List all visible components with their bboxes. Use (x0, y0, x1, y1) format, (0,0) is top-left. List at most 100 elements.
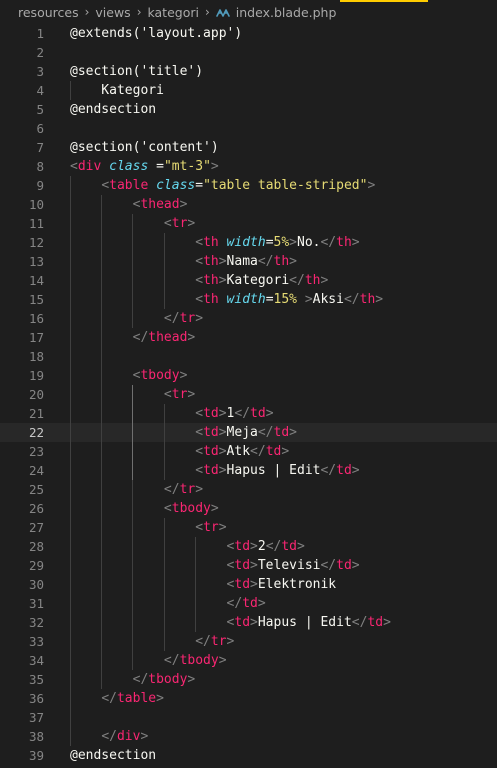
code-token-tag-bracket: </ (101, 729, 117, 744)
code-line[interactable]: 32 <td>Hapus | Edit</td> (0, 613, 497, 632)
code-token-tag-bracket: < (195, 254, 204, 269)
code-token-tag-bracket: > (210, 159, 219, 174)
code-line[interactable]: 36 </table> (0, 689, 497, 708)
code-line[interactable]: 1 @extends('layout.app') (0, 24, 497, 43)
code-text: <td>2</td> (70, 537, 305, 556)
code-line[interactable]: 17 </thead> (0, 328, 497, 347)
code-token-text: Hapus | Edit (257, 615, 352, 630)
breadcrumb-file-name[interactable]: index.blade.php (236, 5, 337, 20)
code-line[interactable]: 5 @endsection (0, 100, 497, 119)
code-token-tag-name: th (359, 292, 376, 307)
code-token-tag-bracket: > (156, 691, 164, 706)
code-text: <th>Nama</th> (70, 252, 297, 271)
code-text: </tbody> (70, 670, 196, 689)
code-line[interactable]: 30 <td>Elektronik (0, 575, 497, 594)
breadcrumb-segment-resources[interactable]: resources (18, 5, 79, 20)
code-line[interactable]: 11 <tr> (0, 214, 497, 233)
code-line[interactable]: 23 <td>Atk</td> (0, 442, 497, 461)
code-line[interactable]: 29 <td>Televisi</td> (0, 556, 497, 575)
breadcrumb: resources › views › kategori › index.bla… (0, 0, 497, 24)
code-line[interactable]: 20 <tr> (0, 385, 497, 404)
breadcrumb-segment-views[interactable]: views (95, 5, 130, 20)
code-line[interactable]: 14 <th>Kategori</th> (0, 271, 497, 290)
code-token-text: Televisi (257, 558, 321, 573)
code-token-tag-bracket: < (195, 292, 204, 307)
code-line[interactable]: 7 @section('content') (0, 138, 497, 157)
breadcrumb-segment-kategori[interactable]: kategori (148, 5, 199, 20)
code-text: <td>Elektronik (70, 575, 337, 594)
code-line[interactable]: 9 <table class="table table-striped"> (0, 176, 497, 195)
code-line[interactable]: 2 (0, 43, 497, 62)
code-text: <td>Televisi</td> (70, 556, 360, 575)
code-line[interactable]: 38 </div> (0, 727, 497, 746)
code-line[interactable]: 19 <tbody> (0, 366, 497, 385)
line-number: 38 (28, 729, 44, 744)
code-token-tag-name: th (203, 292, 219, 307)
code-token-tag-bracket: > (351, 235, 360, 250)
code-token-tag-bracket: </ (351, 615, 368, 630)
line-number: 3 (36, 64, 44, 79)
code-line[interactable]: 33 </tr> (0, 632, 497, 651)
code-line[interactable]: 12 <th width=5%>No.</th> (0, 233, 497, 252)
code-token-tag-name: th (203, 254, 219, 269)
code-line[interactable]: 25 </tr> (0, 480, 497, 499)
code-line[interactable]: 31 </td> (0, 594, 497, 613)
code-token-tag-name: tbody (179, 653, 219, 668)
code-token-text: @section('title') (70, 64, 204, 79)
code-token-attr-value: 15% (273, 292, 297, 307)
code-token-tag-bracket: > (297, 292, 313, 307)
line-number: 4 (36, 83, 44, 98)
code-line[interactable]: 37 (0, 708, 497, 727)
line-number: 39 (28, 748, 44, 763)
line-number: 21 (28, 406, 44, 421)
code-line[interactable]: 21 <td>1</td> (0, 404, 497, 423)
code-token-attr-value: 5% (273, 235, 290, 250)
code-token-tag-name: tr (171, 216, 188, 231)
code-line[interactable]: 6 (0, 119, 497, 138)
code-token-tag-name: thead (140, 197, 180, 212)
code-line[interactable]: 4 Kategori (0, 81, 497, 100)
code-line[interactable]: 39 @endsection (0, 746, 497, 765)
code-token-text: Elektronik (257, 577, 337, 592)
code-line[interactable]: 28 <td>2</td> (0, 537, 497, 556)
line-number: 19 (28, 368, 44, 383)
code-token-tag-bracket: > (257, 596, 266, 611)
code-token-tag-name: td (265, 444, 282, 459)
code-line[interactable]: 26 <tbody> (0, 499, 497, 518)
code-token-tag-bracket: > (218, 425, 227, 440)
code-token-tag-bracket: > (351, 463, 360, 478)
code-editor[interactable]: 1 @extends('layout.app') 2 3 @section('title… (0, 24, 497, 768)
code-line[interactable]: 16 </tr> (0, 309, 497, 328)
code-line[interactable]: 18 (0, 347, 497, 366)
code-line[interactable]: 24 <td>Hapus | Edit</td> (0, 461, 497, 480)
code-token-tag-name: td (234, 577, 251, 592)
code-text: <td>Atk</td> (70, 442, 289, 461)
code-line[interactable]: 15 <th width=15% >Aksi</th> (0, 290, 497, 309)
code-line[interactable]: 3 @section('title') (0, 62, 497, 81)
code-token-tag-name: td (203, 444, 219, 459)
code-token-attr-value: "mt-3" (163, 159, 211, 174)
code-text: <td>Hapus | Edit</td> (70, 461, 360, 480)
code-line[interactable]: 35 </tbody> (0, 670, 497, 689)
code-token-tag-name: td (234, 539, 251, 554)
code-token-tag-bracket: < (195, 406, 204, 421)
code-line[interactable]: 10 <thead> (0, 195, 497, 214)
code-line[interactable]: 13 <th>Nama</th> (0, 252, 497, 271)
code-token-tag-bracket: < (195, 425, 204, 440)
code-line[interactable]: 34 </tbody> (0, 651, 497, 670)
code-token-tag-bracket: < (195, 273, 204, 288)
line-number: 20 (28, 387, 44, 402)
code-token-tag-name: tr (179, 482, 196, 497)
code-line[interactable]: 22 <td>Meja</td> (0, 423, 497, 442)
code-token-tag-name: tbody (171, 501, 211, 516)
code-line[interactable]: 27 <tr> (0, 518, 497, 537)
code-token-tag-bracket: > (226, 634, 235, 649)
code-line[interactable]: 8 <div class ="mt-3"> (0, 157, 497, 176)
